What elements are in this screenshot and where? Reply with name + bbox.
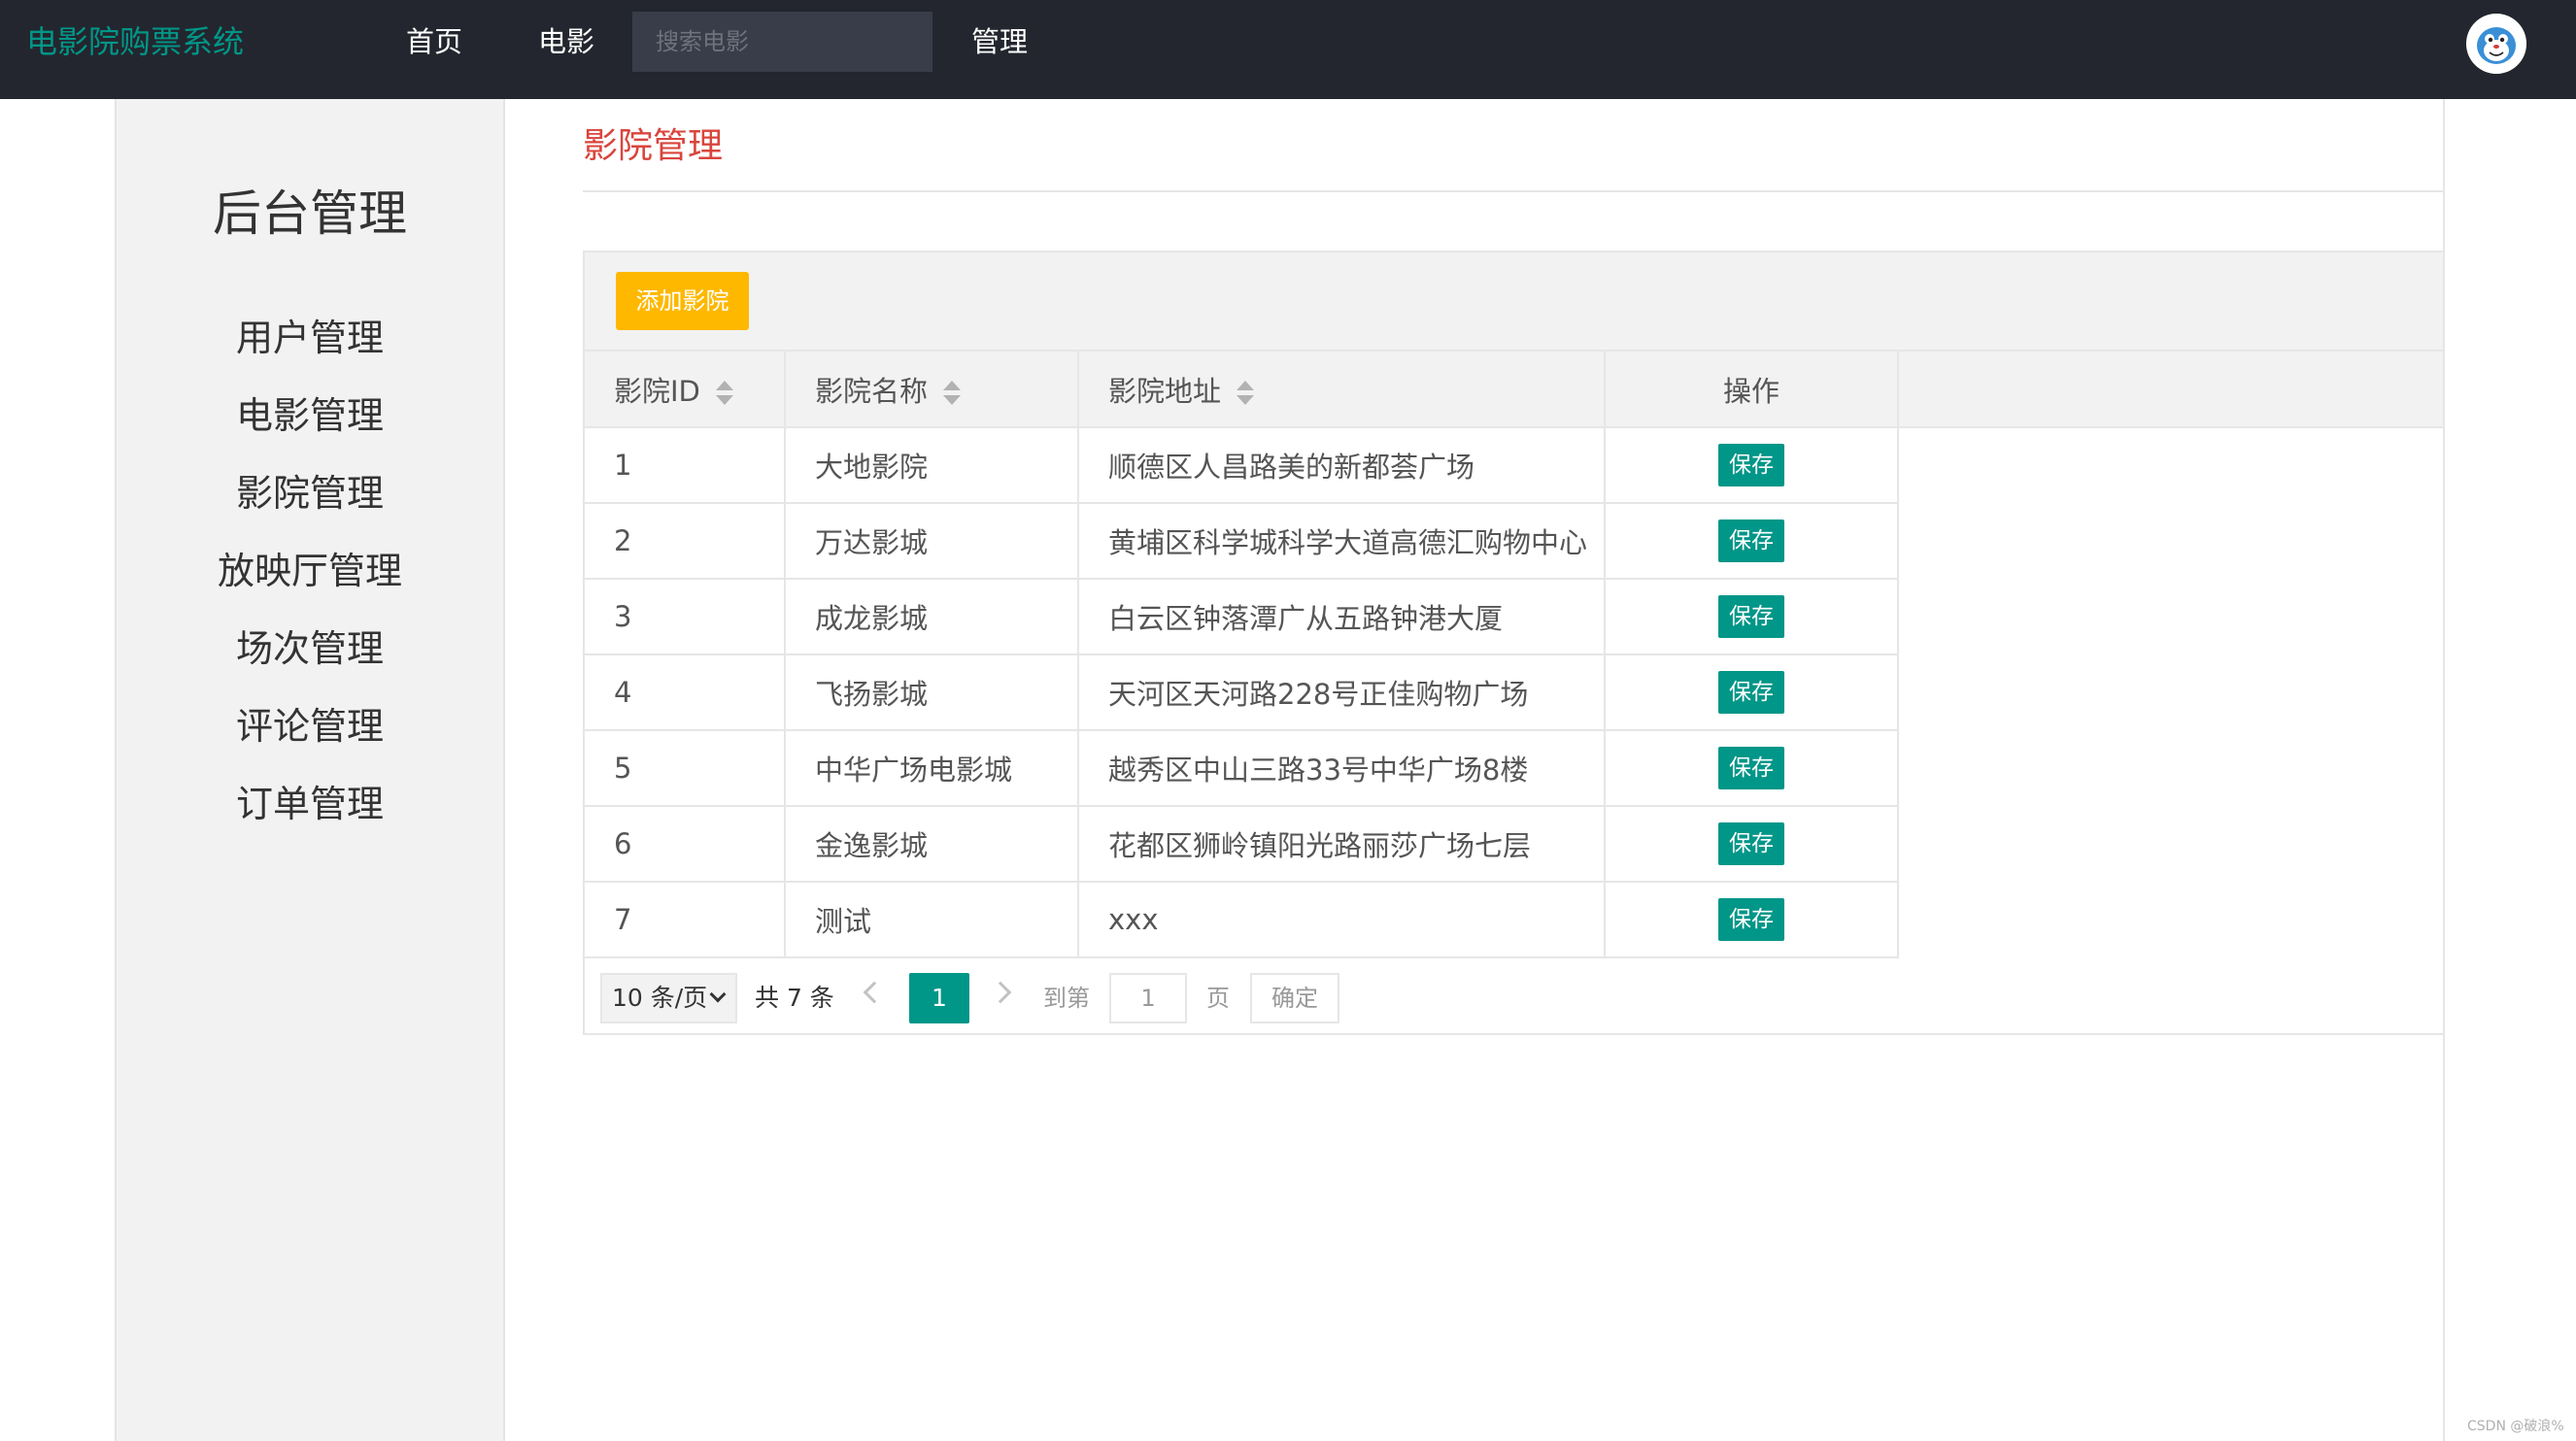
cinema-table: 影院ID 影院名称 影院地址 操作 1 大地影院 顺德区人昌路美的新都荟广场 保… bbox=[585, 352, 2443, 958]
cell-filler bbox=[1898, 427, 2443, 503]
cell-action: 保存 bbox=[1605, 427, 1899, 504]
cell-id: 1 bbox=[585, 427, 786, 504]
next-page-icon[interactable] bbox=[989, 981, 1012, 1004]
sort-icon[interactable] bbox=[943, 380, 962, 406]
chevron-down-icon bbox=[709, 986, 727, 1003]
goto-confirm-button[interactable]: 确定 bbox=[1250, 973, 1339, 1023]
brand-logo-text[interactable]: 电影院购票系统 bbox=[26, 19, 244, 64]
cell-id: 7 bbox=[585, 882, 786, 958]
table-row: 7 测试 xxx 保存 bbox=[585, 882, 2443, 958]
add-cinema-button[interactable]: 添加影院 bbox=[616, 272, 749, 330]
cell-address: 黄埔区科学城科学大道高德汇购物中心 bbox=[1078, 503, 1606, 580]
sidebar-menu: 用户管理 电影管理 影院管理 放映厅管理 场次管理 评论管理 订单管理 bbox=[117, 299, 503, 843]
cell-name: 万达影城 bbox=[785, 503, 1079, 580]
table-row: 4 飞扬影城 天河区天河路228号正佳购物广场 保存 bbox=[585, 654, 2443, 731]
table-row: 6 金逸影城 花都区狮岭镇阳光路丽莎广场七层 保存 bbox=[585, 806, 2443, 883]
sidebar-title: 后台管理 bbox=[213, 185, 407, 242]
save-button[interactable]: 保存 bbox=[1718, 595, 1784, 638]
table-row: 3 成龙影城 白云区钟落潭广从五路钟港大厦 保存 bbox=[585, 579, 2443, 655]
column-header-action: 操作 bbox=[1605, 352, 1899, 428]
cell-action: 保存 bbox=[1605, 882, 1899, 958]
cinema-table-panel: 添加影院 影院ID 影院名称 影院地址 操作 1 大地影院 顺德区人昌路美的新都… bbox=[583, 251, 2445, 1035]
column-header-name[interactable]: 影院名称 bbox=[785, 352, 1079, 428]
cell-filler bbox=[1898, 654, 2443, 730]
table-row: 5 中华广场电影城 越秀区中山三路33号中华广场8楼 保存 bbox=[585, 730, 2443, 807]
table-header-row: 影院ID 影院名称 影院地址 操作 bbox=[585, 352, 2443, 428]
save-button[interactable]: 保存 bbox=[1718, 444, 1784, 486]
cell-id: 2 bbox=[585, 503, 786, 580]
search-input[interactable] bbox=[632, 12, 932, 72]
cell-filler bbox=[1898, 579, 2443, 654]
sidebar: 后台管理 用户管理 电影管理 影院管理 放映厅管理 场次管理 评论管理 订单管理 bbox=[115, 99, 505, 1441]
pagination: 10 条/页 共 7 条 1 到第 页 确定 bbox=[585, 957, 2443, 1033]
nav-admin[interactable]: 管理 bbox=[971, 19, 1028, 64]
top-nav: 电影院购票系统 首页 电影 管理 bbox=[0, 0, 2576, 99]
cell-id: 6 bbox=[585, 806, 786, 883]
page-size-select[interactable]: 10 条/页 bbox=[600, 973, 737, 1023]
nav-movie[interactable]: 电影 bbox=[538, 19, 594, 64]
cell-filler bbox=[1898, 730, 2443, 806]
page-size-value: 10 条/页 bbox=[612, 984, 708, 1012]
cell-id: 4 bbox=[585, 654, 786, 731]
watermark: CSDN @破浪% bbox=[2467, 1419, 2564, 1434]
cell-name: 飞扬影城 bbox=[785, 654, 1079, 731]
column-header-label: 影院ID bbox=[614, 374, 700, 408]
save-button[interactable]: 保存 bbox=[1718, 519, 1784, 562]
cell-address: 花都区狮岭镇阳光路丽莎广场七层 bbox=[1078, 806, 1606, 883]
sidebar-item-orders[interactable]: 订单管理 bbox=[117, 765, 503, 843]
cell-address: 顺德区人昌路美的新都荟广场 bbox=[1078, 427, 1606, 504]
column-header-label: 影院名称 bbox=[815, 374, 929, 408]
avatar-icon bbox=[2466, 14, 2526, 74]
cell-name: 金逸影城 bbox=[785, 806, 1079, 883]
sort-icon[interactable] bbox=[715, 380, 733, 406]
sidebar-item-comments[interactable]: 评论管理 bbox=[117, 687, 503, 765]
cell-address: 越秀区中山三路33号中华广场8楼 bbox=[1078, 730, 1606, 807]
table-row: 2 万达影城 黄埔区科学城科学大道高德汇购物中心 保存 bbox=[585, 503, 2443, 580]
cell-filler bbox=[1898, 503, 2443, 579]
sidebar-item-sessions[interactable]: 场次管理 bbox=[117, 610, 503, 687]
title-divider bbox=[583, 190, 2445, 192]
current-page-button[interactable]: 1 bbox=[909, 973, 969, 1023]
cell-action: 保存 bbox=[1605, 806, 1899, 883]
column-header-label: 影院地址 bbox=[1108, 374, 1222, 408]
cell-id: 3 bbox=[585, 579, 786, 655]
cell-action: 保存 bbox=[1605, 730, 1899, 807]
sidebar-item-cinemas[interactable]: 影院管理 bbox=[117, 454, 503, 532]
save-button[interactable]: 保存 bbox=[1718, 822, 1784, 865]
goto-page-input[interactable] bbox=[1109, 973, 1187, 1023]
cell-name: 中华广场电影城 bbox=[785, 730, 1079, 807]
page-unit-label: 页 bbox=[1206, 985, 1230, 1012]
cell-name: 大地影院 bbox=[785, 427, 1079, 504]
column-header-address[interactable]: 影院地址 bbox=[1078, 352, 1606, 428]
table-row: 1 大地影院 顺德区人昌路美的新都荟广场 保存 bbox=[585, 427, 2443, 504]
page-title: 影院管理 bbox=[583, 126, 724, 166]
save-button[interactable]: 保存 bbox=[1718, 747, 1784, 789]
table-toolbar: 添加影院 bbox=[585, 252, 2443, 352]
cell-address: 白云区钟落潭广从五路钟港大厦 bbox=[1078, 579, 1606, 655]
sidebar-item-halls[interactable]: 放映厅管理 bbox=[117, 532, 503, 610]
cell-address: 天河区天河路228号正佳购物广场 bbox=[1078, 654, 1606, 731]
cell-filler bbox=[1898, 806, 2443, 882]
cell-address: xxx bbox=[1078, 882, 1606, 958]
column-header-filler bbox=[1898, 352, 2443, 428]
cell-name: 成龙影城 bbox=[785, 579, 1079, 655]
nav-home[interactable]: 首页 bbox=[406, 19, 462, 64]
cell-name: 测试 bbox=[785, 882, 1079, 958]
save-button[interactable]: 保存 bbox=[1718, 671, 1784, 714]
sidebar-item-users[interactable]: 用户管理 bbox=[117, 299, 503, 377]
cell-id: 5 bbox=[585, 730, 786, 807]
sidebar-item-movies[interactable]: 电影管理 bbox=[117, 377, 503, 454]
save-button[interactable]: 保存 bbox=[1718, 898, 1784, 941]
prev-page-icon[interactable] bbox=[863, 981, 886, 1004]
avatar[interactable] bbox=[2466, 14, 2526, 74]
cell-action: 保存 bbox=[1605, 503, 1899, 580]
cell-filler bbox=[1898, 882, 2443, 957]
goto-label: 到第 bbox=[1043, 985, 1090, 1012]
column-header-id[interactable]: 影院ID bbox=[585, 352, 786, 428]
cell-action: 保存 bbox=[1605, 579, 1899, 655]
cell-action: 保存 bbox=[1605, 654, 1899, 731]
total-count: 共 7 条 bbox=[755, 984, 834, 1012]
sort-icon[interactable] bbox=[1237, 380, 1255, 406]
